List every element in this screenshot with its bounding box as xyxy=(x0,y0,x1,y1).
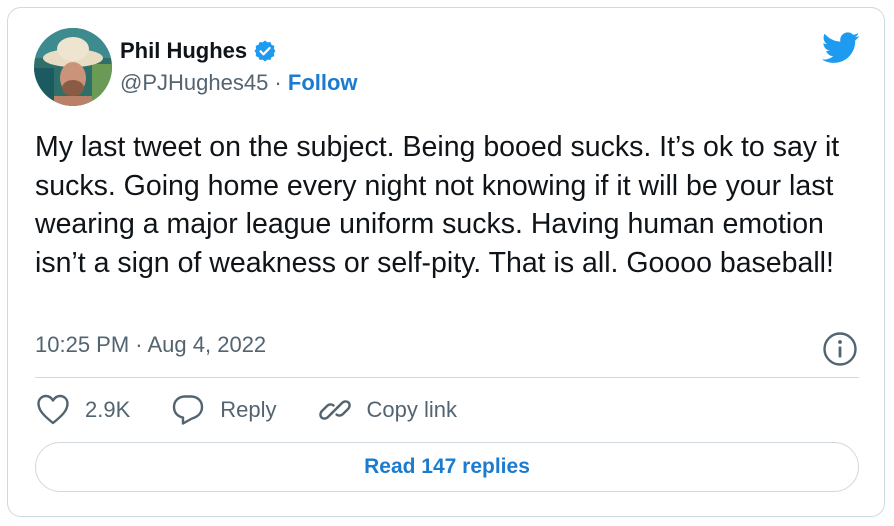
heart-icon xyxy=(37,394,69,425)
tweet-text: My last tweet on the subject. Being booe… xyxy=(35,131,840,279)
copy-link-label: Copy link xyxy=(366,397,457,422)
handle-row: @PJHughes45 · Follow xyxy=(120,70,358,96)
follow-button[interactable]: Follow xyxy=(288,70,358,95)
verified-badge-icon xyxy=(253,39,277,63)
twitter-bird-icon[interactable] xyxy=(821,32,860,64)
read-replies-button[interactable]: Read 147 replies xyxy=(35,442,859,492)
author-name-row: Phil Hughes xyxy=(120,38,277,64)
copy-link-button[interactable]: Copy link xyxy=(317,392,457,428)
author-name[interactable]: Phil Hughes xyxy=(120,38,247,64)
info-icon[interactable] xyxy=(821,330,859,368)
link-icon xyxy=(318,400,351,420)
handle-separator: · xyxy=(268,70,288,95)
like-count: 2.9K xyxy=(85,397,131,422)
divider xyxy=(35,377,859,378)
author-handle[interactable]: @PJHughes45 xyxy=(120,70,268,95)
tweet-card: Phil Hughes @PJHughes45 · Follow My last… xyxy=(7,7,885,517)
reply-button[interactable]: Reply xyxy=(170,392,277,428)
reply-bubble-icon xyxy=(173,395,204,425)
like-button[interactable]: 2.9K xyxy=(35,392,130,428)
action-bar: 2.9K Reply Copy link xyxy=(35,392,497,428)
reply-label: Reply xyxy=(220,397,277,422)
tweet-timestamp[interactable]: 10:25 PM · Aug 4, 2022 xyxy=(35,332,266,358)
avatar[interactable] xyxy=(34,28,112,106)
